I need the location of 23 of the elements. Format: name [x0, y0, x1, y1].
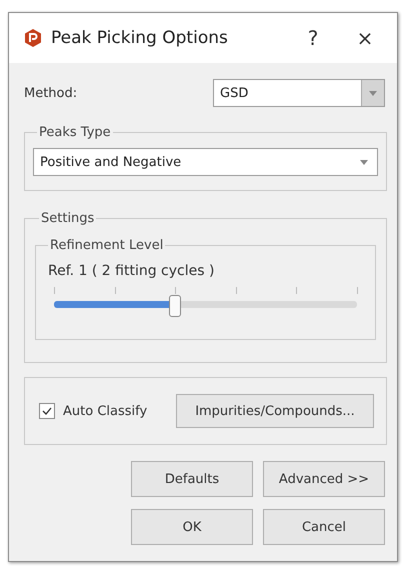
auto-classify-label: Auto Classify: [63, 404, 148, 418]
dialog-button[interactable]: Advanced >>: [263, 461, 385, 497]
impurities-compounds-button[interactable]: Impurities/Compounds...: [176, 394, 374, 428]
refinement-slider[interactable]: [54, 287, 357, 317]
window-title: Peak Picking Options: [51, 28, 229, 48]
help-button[interactable]: ?: [291, 20, 335, 56]
group-title: Refinement Level: [49, 238, 164, 253]
caret-icon: [369, 90, 377, 96]
app-logo-icon: [23, 28, 43, 48]
checkmark-icon: [42, 407, 52, 415]
method-dropdown[interactable]: GSD: [213, 79, 385, 107]
caret-icon: [360, 160, 368, 164]
slider-thumb[interactable]: [169, 295, 182, 317]
auto-classify-checkbox[interactable]: [39, 403, 55, 419]
dialog-button[interactable]: Defaults: [131, 461, 253, 497]
group-title: Peaks Type: [38, 125, 112, 140]
method-label: Method:: [24, 86, 78, 100]
dialog-button[interactable]: OK: [131, 509, 253, 545]
peaks-type-dropdown[interactable]: Positive and Negative: [33, 148, 378, 176]
refinement-reading: Ref. 1 ( 2 fitting cycles ): [48, 263, 216, 279]
dialog-button[interactable]: Cancel: [263, 509, 385, 545]
group-title: Settings: [40, 211, 96, 226]
close-button[interactable]: ×: [343, 20, 387, 56]
